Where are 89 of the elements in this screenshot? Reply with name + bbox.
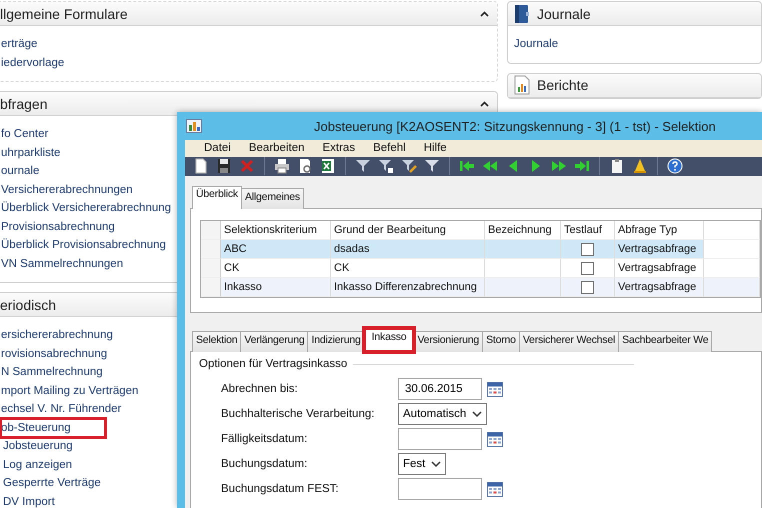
table-cell[interactable] bbox=[485, 278, 561, 297]
nav-link[interactable]: Überblick Versichererabrechnung bbox=[1, 199, 172, 218]
nav-link[interactable]: iedervorlage bbox=[1, 54, 64, 72]
nav-link[interactable]: Überblick Provisionsabrechnung bbox=[1, 236, 166, 254]
new-document-icon[interactable] bbox=[193, 158, 209, 174]
nav-link[interactable]: ob-Steuerung bbox=[1, 418, 105, 437]
bell-icon[interactable] bbox=[632, 158, 648, 174]
filter-icon[interactable] bbox=[424, 158, 440, 174]
table-cell[interactable]: ABC bbox=[221, 240, 331, 259]
table-cell[interactable]: Inkasso Differenzabrechnung bbox=[331, 278, 485, 297]
tab[interactable]: Versionierung bbox=[413, 331, 484, 352]
checkbox[interactable] bbox=[581, 262, 594, 274]
nav-link[interactable]: erträge bbox=[1, 35, 38, 54]
checkbox[interactable] bbox=[581, 242, 594, 256]
nav-link[interactable]: DV Import bbox=[1, 492, 55, 508]
nav-link[interactable]: Journale bbox=[514, 35, 558, 54]
nav-link[interactable]: Provisionsabrechnung bbox=[1, 218, 115, 236]
date-field[interactable]: 30.06.2015 bbox=[398, 378, 482, 400]
field-label: Buchhalterische Verarbeitung: bbox=[221, 408, 376, 420]
table-cell[interactable]: Inkasso bbox=[221, 278, 331, 297]
table-cell[interactable]: dsadas bbox=[331, 240, 485, 259]
section-title[interactable]: Berichte bbox=[537, 77, 588, 93]
nav-link[interactable]: Log anzeigen bbox=[1, 456, 72, 474]
print-preview-icon[interactable] bbox=[297, 158, 313, 174]
dropdown[interactable]: Automatisch bbox=[398, 403, 488, 425]
table-cell[interactable] bbox=[485, 240, 561, 259]
nav-link[interactable]: Gesperrte Verträge bbox=[1, 474, 101, 492]
date-field[interactable] bbox=[398, 428, 482, 450]
nav-link[interactable]: Jobsteuerung bbox=[1, 437, 73, 456]
column-header bbox=[704, 221, 760, 240]
section-title[interactable]: Journale bbox=[537, 6, 591, 22]
section-title[interactable]: llgemeine Formulare bbox=[0, 6, 128, 22]
nav-link[interactable]: echsel V. Nr. Führender bbox=[1, 400, 122, 418]
section-title[interactable]: eriodisch bbox=[0, 296, 56, 312]
calendar-icon[interactable] bbox=[487, 431, 503, 447]
menu-item[interactable]: Hilfe bbox=[414, 142, 456, 154]
menu-item[interactable]: Befehl bbox=[364, 142, 415, 154]
tab[interactable]: Überblick bbox=[192, 186, 242, 209]
filter-edit-icon[interactable] bbox=[401, 158, 417, 174]
field-label: Buchungsdatum: bbox=[221, 458, 308, 470]
field-label: Fälligkeitsdatum: bbox=[221, 433, 308, 445]
window-title: Jobsteuerung [K2AOSENT2: Sitzungskennung - 3] (1 - tst) - Selektion bbox=[314, 118, 716, 134]
calendar-icon[interactable] bbox=[487, 481, 503, 497]
spreadsheet-icon[interactable] bbox=[320, 158, 336, 174]
tab[interactable]: Storno bbox=[482, 331, 520, 352]
report-icon bbox=[513, 75, 531, 95]
chevron-icon[interactable] bbox=[480, 10, 489, 16]
app-icon bbox=[186, 118, 202, 134]
tab[interactable]: Allgemeines bbox=[240, 188, 304, 209]
nav-link[interactable]: fo Center bbox=[1, 125, 48, 144]
tab[interactable]: Versicherer Wechsel bbox=[518, 331, 620, 352]
nav-link[interactable]: VN Sammelrechnungen bbox=[1, 254, 124, 273]
calendar-icon[interactable] bbox=[487, 381, 503, 397]
help-icon[interactable] bbox=[667, 158, 683, 174]
menu-item[interactable]: Extras bbox=[313, 142, 364, 154]
nav-link[interactable]: N Sammelrechnung bbox=[1, 363, 103, 382]
table-cell bbox=[704, 278, 760, 297]
print-icon[interactable] bbox=[274, 158, 290, 174]
table-cell[interactable]: Vertragsabfrage bbox=[615, 240, 704, 259]
field-label: Abrechnen bis: bbox=[221, 383, 299, 395]
nav-link[interactable]: uhrparkliste bbox=[1, 144, 60, 162]
field-label: Buchungsdatum FEST: bbox=[221, 483, 340, 495]
filter-icon[interactable] bbox=[355, 158, 371, 174]
book-icon bbox=[513, 4, 531, 24]
filter-icon[interactable] bbox=[378, 158, 394, 174]
nav-link[interactable]: ournale bbox=[1, 162, 40, 180]
menu-item[interactable]: Datei bbox=[195, 142, 240, 154]
section-title[interactable]: bfragen bbox=[0, 96, 48, 112]
tab[interactable]: Indizierung bbox=[307, 331, 365, 352]
save-icon[interactable] bbox=[216, 158, 232, 174]
nav-link[interactable]: mport Mailing zu Verträgen bbox=[1, 382, 138, 400]
date-field[interactable] bbox=[398, 478, 482, 500]
nav-link[interactable]: Versichererabrechnungen bbox=[1, 180, 133, 199]
tab[interactable]: Selektion bbox=[192, 331, 242, 352]
nav-link[interactable]: ersichererabrechnung bbox=[1, 326, 113, 344]
caret-icon bbox=[431, 460, 442, 468]
group-title: Optionen für Vertragsinkasso bbox=[199, 358, 348, 370]
caret-icon bbox=[472, 410, 482, 418]
checkbox[interactable] bbox=[581, 280, 594, 294]
table-cell[interactable]: Vertragsabfrage bbox=[615, 278, 704, 297]
table-cell bbox=[704, 240, 760, 259]
nav-link[interactable]: rovisionsabrechnung bbox=[1, 344, 108, 363]
dropdown[interactable]: Fest bbox=[398, 453, 446, 475]
clipboard-icon[interactable] bbox=[609, 158, 625, 174]
tab[interactable]: Inkasso bbox=[364, 328, 414, 352]
chevron-icon[interactable] bbox=[480, 100, 489, 106]
menu-item[interactable]: Bearbeiten bbox=[240, 142, 314, 154]
tab[interactable]: Sachbearbeiter We bbox=[618, 331, 712, 352]
tab[interactable]: Verlängerung bbox=[240, 331, 308, 352]
